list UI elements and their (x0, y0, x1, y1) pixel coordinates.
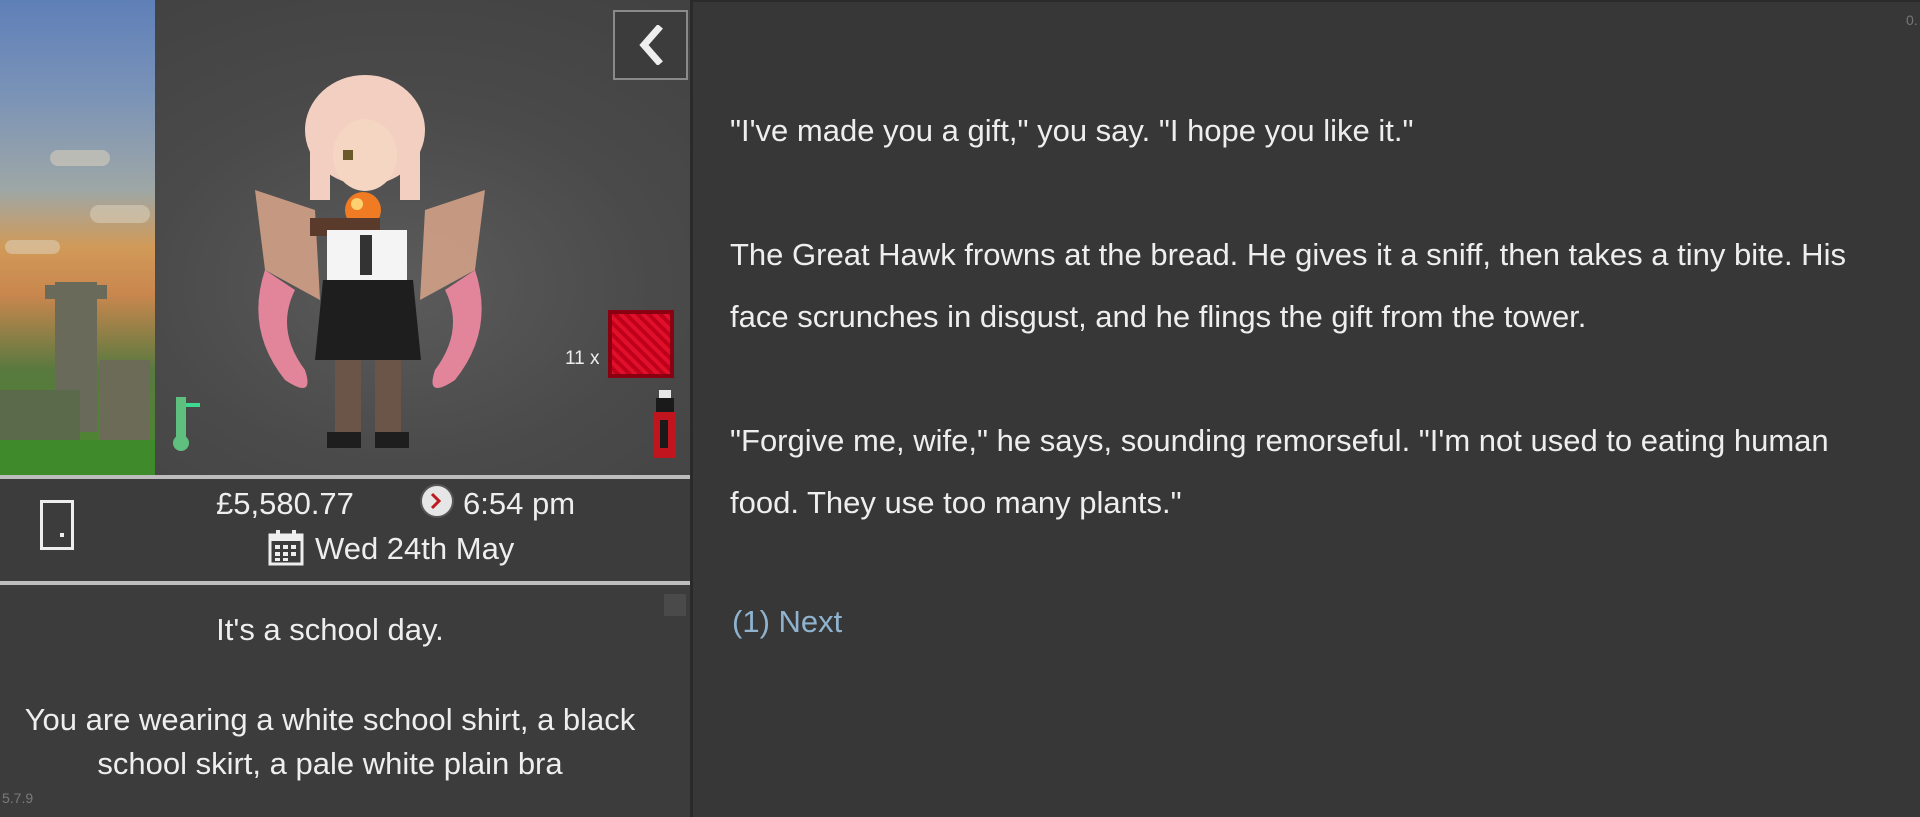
story-text: "I've made you a gift," you say. "I hope… (730, 100, 1880, 596)
chevron-left-icon (638, 25, 663, 65)
corner-label: 0. (1906, 12, 1918, 28)
story-paragraph: The Great Hawk frowns at the bread. He g… (730, 237, 1846, 334)
scenery-background (0, 0, 155, 475)
story-paragraph: "I've made you a gift," you say. "I hope… (730, 113, 1414, 148)
status-description: It's a school day. You are wearing a whi… (0, 590, 660, 786)
next-link[interactable]: (1) Next (732, 604, 842, 640)
time-label: 6:54 pm (463, 486, 576, 521)
sidebar-divider (690, 0, 693, 817)
status-divider (0, 581, 690, 585)
money-label: £5,580.77 (216, 486, 354, 521)
clock-icon (420, 484, 454, 518)
character-portrait-panel: 11 x (0, 0, 690, 475)
sidebar: 11 x £5,580.77 6:54 pm Wed 24th May It's… (0, 0, 690, 817)
story-paragraph: "Forgive me, wife," he says, sounding re… (730, 423, 1829, 520)
item-count-label: 11 x (565, 348, 600, 369)
calendar-icon (268, 530, 304, 566)
character-sprite (255, 75, 485, 448)
item-icon[interactable] (608, 310, 674, 378)
back-button[interactable] (613, 10, 688, 80)
thermometer-icon (173, 397, 200, 451)
day-note: It's a school day. (216, 612, 444, 647)
spray-bottle-icon (654, 390, 676, 458)
door-icon[interactable] (40, 500, 74, 550)
clothing-text: You are wearing a white school shirt, a … (24, 702, 636, 781)
date-label: Wed 24th May (315, 531, 515, 566)
scrollbar-thumb[interactable] (664, 594, 686, 616)
version-label: 5.7.9 (2, 790, 34, 806)
